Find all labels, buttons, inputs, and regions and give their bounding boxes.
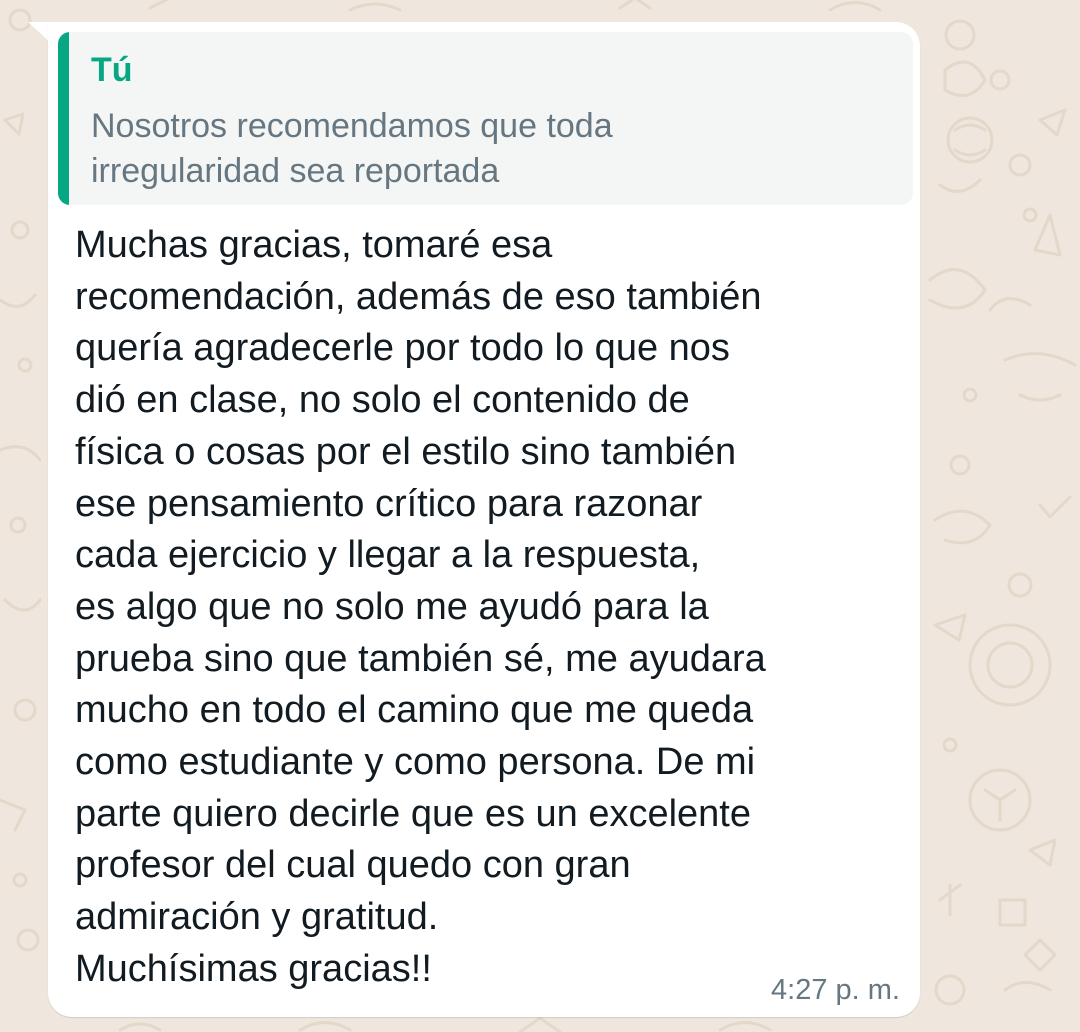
message-line: cada ejercicio y llegar a la respuesta, (75, 534, 701, 577)
message-line: mucho en todo el camino que me queda (75, 689, 754, 732)
quote-text: Nosotros recomendamos que toda irregular… (91, 104, 891, 194)
message-line: admiración y gratitud. (75, 896, 439, 939)
message-line: dió en clase, no solo el contenido de (75, 379, 690, 422)
message-line: ese pensamiento crítico para razonar (75, 482, 703, 525)
message-line: física o cosas por el estilo sino tambié… (75, 430, 737, 473)
quote-line: irregularidad sea reportada (91, 152, 500, 190)
message-line: como estudiante y como persona. De mi (75, 741, 756, 784)
quoted-reply[interactable]: Tú Nosotros recomendamos que toda irregu… (58, 32, 913, 205)
message-line: parte quiero decirle que es un excelente (75, 792, 752, 835)
quote-author: Tú (91, 51, 133, 89)
quote-accent-bar (58, 32, 69, 205)
message-line: recomendación, además de eso también (75, 275, 762, 318)
message-text: Muchas gracias, tomaré esa recomendación… (75, 220, 905, 996)
quote-line: Nosotros recomendamos que toda (91, 107, 613, 145)
message-timestamp: 4:27 p. m. (771, 974, 900, 1006)
message-line: Muchas gracias, tomaré esa (75, 224, 553, 266)
message-line: profesor del cual quedo con gran (75, 844, 631, 887)
message-line: quería agradecerle por todo lo que nos (75, 327, 730, 370)
message-line: es algo que no solo me ayudó para la (75, 585, 709, 628)
message-line: prueba sino que también sé, me ayudara (75, 637, 766, 680)
